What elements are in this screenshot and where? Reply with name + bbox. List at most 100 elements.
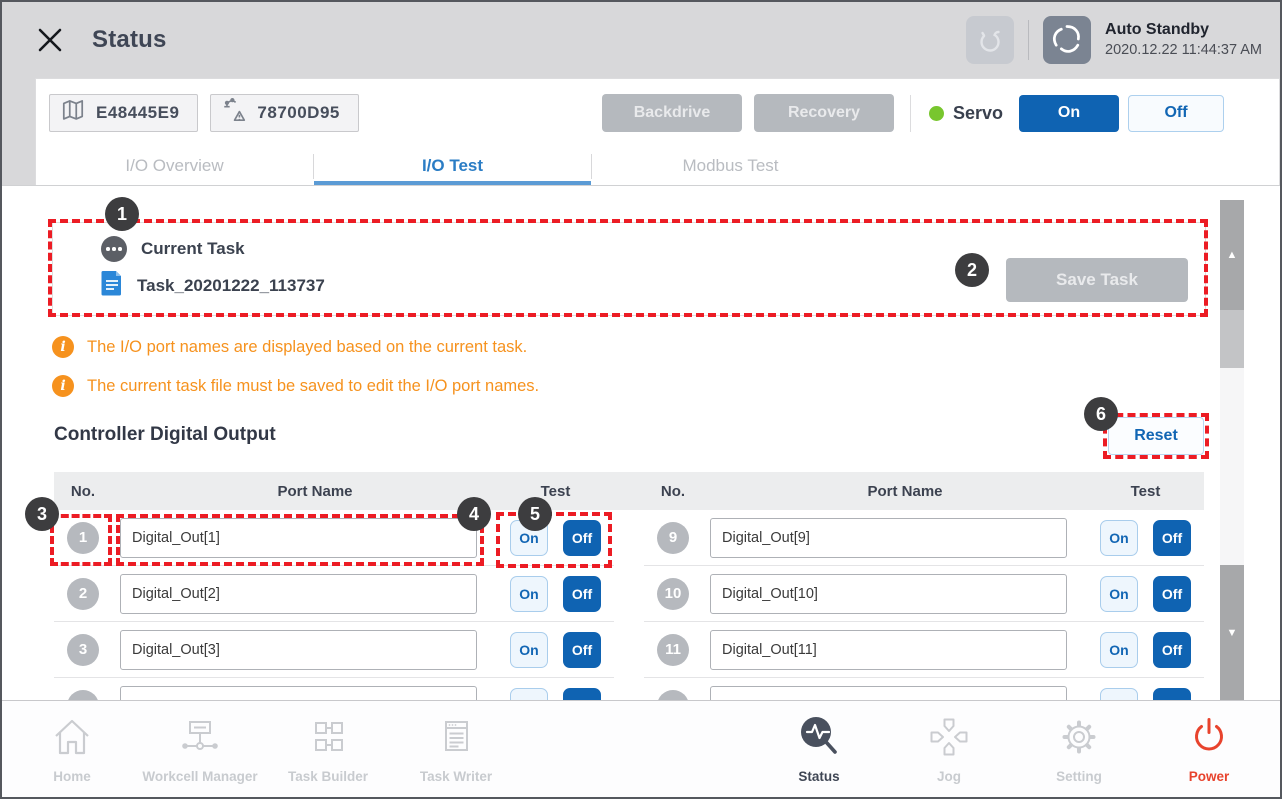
- nav-setting[interactable]: Setting: [1019, 714, 1139, 784]
- tab-io-test[interactable]: I/O Test: [314, 148, 591, 185]
- divider: [1028, 20, 1029, 60]
- servo-status-dot: [929, 106, 944, 121]
- nav-label: Task Writer: [420, 769, 492, 784]
- swirl-icon: [1050, 22, 1084, 59]
- tab-bar: I/O Overview I/O Test Modbus Test: [36, 148, 1279, 185]
- recovery-button[interactable]: Recovery: [754, 94, 894, 132]
- port-on-button[interactable]: On: [1100, 632, 1138, 668]
- port-on-button[interactable]: On: [510, 688, 548, 701]
- section-title: Controller Digital Output: [54, 424, 276, 446]
- col-port-name: Port Name: [120, 483, 510, 500]
- col-test: Test: [1100, 483, 1191, 500]
- workcell-id-value: E48445E9: [96, 103, 179, 123]
- map-icon: [60, 98, 86, 129]
- col-no: No.: [657, 483, 689, 500]
- workcell-id-badge[interactable]: E48445E9: [49, 94, 198, 132]
- port-name-input[interactable]: [120, 518, 477, 558]
- port-off-button[interactable]: Off: [1153, 632, 1191, 668]
- nav-label: Jog: [937, 769, 961, 784]
- servo-on-button[interactable]: On: [1019, 95, 1119, 132]
- toolbar: E48445E9 78700D95 Backd: [36, 79, 1279, 148]
- gripper-icon: [974, 23, 1006, 58]
- standby-mode-label: Auto Standby: [1105, 19, 1262, 41]
- port-on-button[interactable]: On: [1100, 520, 1138, 556]
- nav-label: Power: [1189, 769, 1230, 784]
- nav-label: Home: [53, 769, 91, 784]
- port-off-button[interactable]: Off: [1153, 688, 1191, 701]
- port-number-badge: 9: [657, 522, 689, 554]
- close-icon[interactable]: [32, 22, 68, 58]
- gripper-tool-button[interactable]: [966, 16, 1014, 64]
- port-number-badge: 11: [657, 634, 689, 666]
- gear-icon: [1055, 714, 1103, 765]
- port-off-button[interactable]: Off: [563, 576, 601, 612]
- current-task-name: Task_20201222_113737: [137, 276, 325, 296]
- port-name-input[interactable]: [120, 574, 477, 614]
- tab-io-overview[interactable]: I/O Overview: [36, 148, 313, 185]
- port-number-badge: 3: [67, 634, 99, 666]
- nav-task-builder[interactable]: Task Builder: [268, 714, 388, 784]
- info-icon: i: [52, 336, 74, 358]
- backdrive-button[interactable]: Backdrive: [602, 94, 742, 132]
- port-on-button[interactable]: On: [1100, 688, 1138, 701]
- port-off-button[interactable]: Off: [563, 520, 601, 556]
- notice-text: The current task file must be saved to e…: [87, 377, 539, 396]
- info-icon: i: [52, 375, 74, 397]
- port-off-button[interactable]: Off: [563, 632, 601, 668]
- io-row: 9 On Off: [644, 510, 1204, 566]
- port-number-badge: 1: [67, 522, 99, 554]
- scroll-down-button[interactable]: ▼: [1220, 565, 1244, 700]
- nav-jog[interactable]: Jog: [889, 714, 1009, 784]
- nav-workcell-manager[interactable]: Workcell Manager: [140, 714, 260, 784]
- port-off-button[interactable]: Off: [1153, 576, 1191, 612]
- top-bar: Status: [2, 2, 1280, 78]
- port-name-input[interactable]: [710, 630, 1067, 670]
- scrollbar-track[interactable]: [1220, 368, 1244, 565]
- port-name-input[interactable]: [120, 686, 477, 701]
- reset-button[interactable]: Reset: [1108, 417, 1204, 455]
- workcell-manager-icon: [176, 714, 224, 765]
- status-screen: Status: [0, 0, 1282, 799]
- nav-home[interactable]: Home: [12, 714, 132, 784]
- notice-row: i The current task file must be saved to…: [52, 375, 539, 397]
- port-off-button[interactable]: Off: [563, 688, 601, 701]
- jog-dpad-icon: [925, 714, 973, 765]
- home-icon: [48, 714, 96, 765]
- port-on-button[interactable]: On: [1100, 576, 1138, 612]
- nav-task-writer[interactable]: Task Writer: [396, 714, 516, 784]
- scrollbar[interactable]: ▲ ▼: [1220, 200, 1244, 700]
- table-right-column: 9OnOff10OnOff11OnOffOnOff: [644, 510, 1204, 700]
- servo-label: Servo: [953, 103, 1003, 124]
- page-title: Status: [92, 26, 167, 54]
- io-row: 11 On Off: [644, 622, 1204, 678]
- io-row: On Off: [54, 678, 614, 700]
- port-name-input[interactable]: [120, 630, 477, 670]
- scrollbar-thumb[interactable]: [1220, 310, 1244, 368]
- nav-label: Setting: [1056, 769, 1102, 784]
- io-row: 3 On Off: [54, 622, 614, 678]
- servo-off-button[interactable]: Off: [1128, 95, 1224, 132]
- robot-id-badge[interactable]: 78700D95: [210, 94, 358, 132]
- nav-power[interactable]: Power: [1149, 714, 1269, 784]
- auto-standby-button[interactable]: [1043, 16, 1091, 64]
- port-on-button[interactable]: On: [510, 520, 548, 556]
- tab-modbus-test[interactable]: Modbus Test: [592, 148, 869, 185]
- port-name-input[interactable]: [710, 686, 1067, 701]
- task-writer-icon: [432, 714, 480, 765]
- port-on-button[interactable]: On: [510, 632, 548, 668]
- nav-status[interactable]: Status: [759, 714, 879, 784]
- port-name-input[interactable]: [710, 518, 1067, 558]
- toolbar-panel-wrap: E48445E9 78700D95 Backd: [2, 78, 1280, 186]
- col-port-name: Port Name: [710, 483, 1100, 500]
- io-row: 10OnOff: [644, 566, 1204, 622]
- port-on-button[interactable]: On: [510, 576, 548, 612]
- save-task-button[interactable]: Save Task: [1006, 258, 1188, 302]
- bottom-nav: Home Workcell Manager: [2, 700, 1280, 797]
- power-icon: [1185, 714, 1233, 765]
- io-test-content: Current Task Task_20201222_113737 Save T…: [2, 186, 1280, 700]
- scroll-up-button[interactable]: ▲: [1220, 200, 1244, 310]
- port-off-button[interactable]: Off: [1153, 520, 1191, 556]
- io-row: 1 On Off: [54, 510, 614, 566]
- col-no: No.: [67, 483, 99, 500]
- port-name-input[interactable]: [710, 574, 1067, 614]
